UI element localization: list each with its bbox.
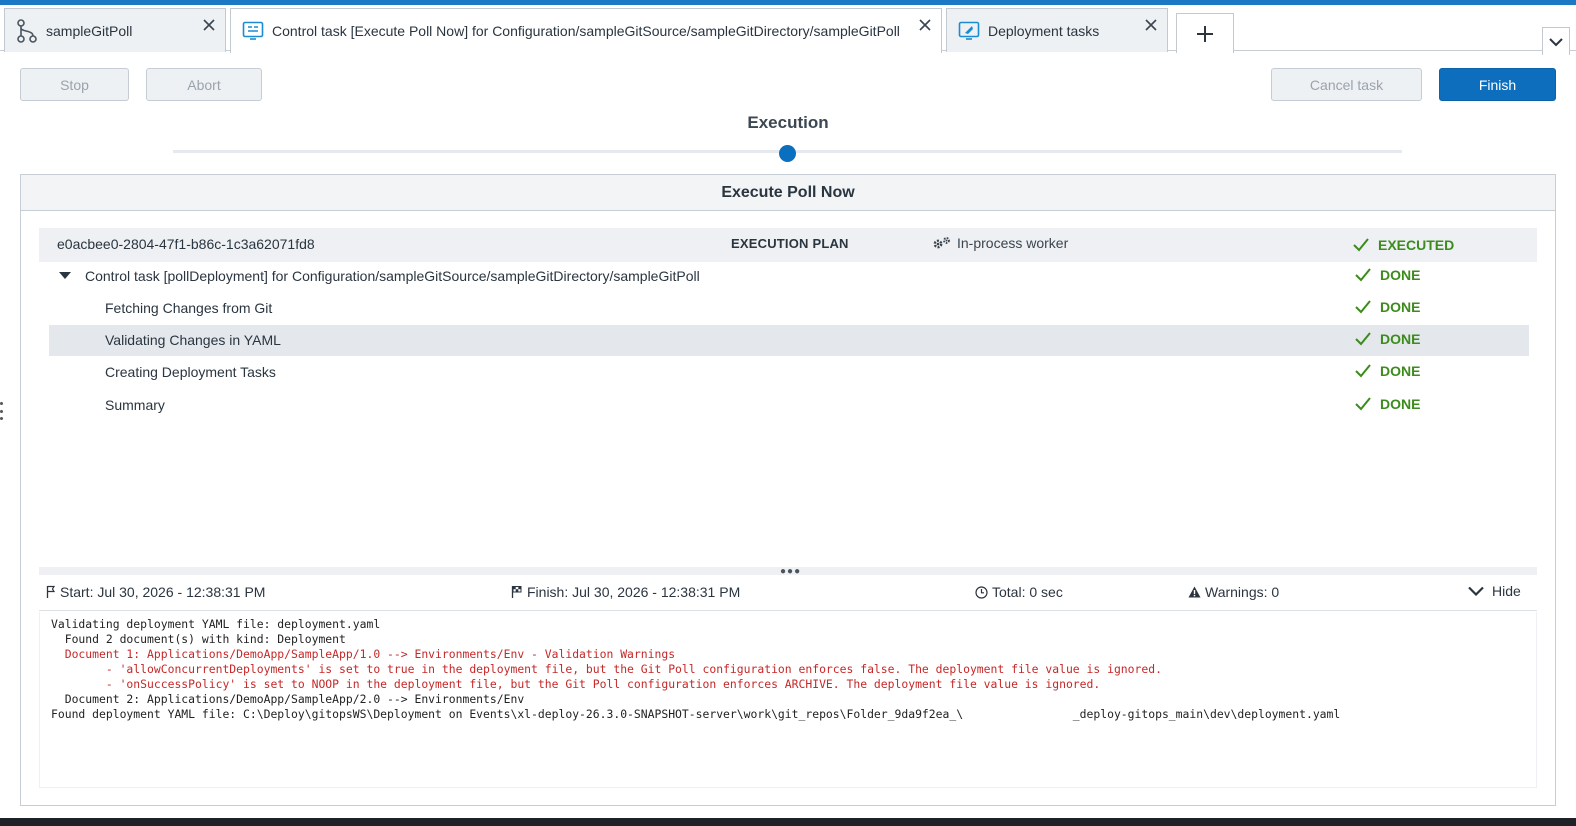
tab-bar: sampleGitPoll Control task [Execute Poll… <box>0 5 1576 55</box>
chevron-down-icon <box>1549 37 1563 46</box>
abort-button[interactable]: Abort <box>146 68 262 101</box>
step-info-bar: Start: Jul 30, 2026 - 12:38:31 PM Finish… <box>39 575 1537 611</box>
checkered-flag-icon <box>511 586 522 598</box>
step-row-validating[interactable]: Validating Changes in YAML DONE <box>49 325 1529 356</box>
status-label: DONE <box>1380 363 1421 379</box>
log-line-warning: - 'allowConcurrentDeployments' is set to… <box>51 662 1162 676</box>
log-line: Document 2: Applications/DemoApp/SampleA… <box>51 692 525 706</box>
step-title: Execution <box>747 113 829 132</box>
log-line-warning: Document 1: Applications/DemoApp/SampleA… <box>51 647 676 661</box>
plan-status-label: EXECUTED <box>1378 237 1455 253</box>
task-group-status: DONE <box>1355 267 1420 283</box>
step-status: DONE <box>1355 299 1420 315</box>
task-group-row[interactable]: Control task [pollDeployment] for Config… <box>49 261 1529 292</box>
execution-plan-label: EXECUTION PLAN <box>731 236 849 251</box>
warning-triangle-icon <box>1188 586 1201 598</box>
log-line: Validating deployment YAML file: deploym… <box>51 617 381 631</box>
deployment-rocket-icon <box>956 18 982 44</box>
side-resize-handle[interactable] <box>0 402 4 420</box>
log-line-warning: - 'onSuccessPolicy' is set to NOOP in th… <box>51 677 1101 691</box>
status-label: DONE <box>1380 396 1421 412</box>
caret-down-icon[interactable] <box>59 272 71 280</box>
step-label: Fetching Changes from Git <box>105 300 273 316</box>
window-bottom-edge <box>0 818 1576 826</box>
gears-icon <box>933 237 950 249</box>
check-icon <box>1355 268 1371 282</box>
check-icon <box>1355 332 1371 346</box>
tab-deployment-tasks[interactable]: Deployment tasks <box>946 8 1168 52</box>
step-status: DONE <box>1355 396 1420 412</box>
step-status: DONE <box>1355 331 1420 347</box>
warnings-label: Warnings: 0 <box>1205 584 1280 600</box>
close-icon[interactable] <box>1143 17 1159 33</box>
hide-label: Hide <box>1492 583 1521 599</box>
log-line: Found deployment YAML file: C:\Deploy\gi… <box>51 707 1341 721</box>
status-label: DONE <box>1380 331 1421 347</box>
task-id: e0acbee0-2804-47f1-b86c-1c3a62071fd8 <box>57 236 315 252</box>
finish-time: Finish: Jul 30, 2026 - 12:38:31 PM <box>511 584 740 600</box>
git-branch-icon <box>14 18 40 44</box>
total-time-label: Total: 0 sec <box>992 584 1063 600</box>
cancel-task-button[interactable]: Cancel task <box>1271 68 1422 101</box>
hide-log-toggle[interactable]: Hide <box>1468 583 1521 599</box>
step-label: Validating Changes in YAML <box>105 332 281 348</box>
plan-status: EXECUTED <box>1353 237 1454 253</box>
step-row-creating[interactable]: Creating Deployment Tasks DONE <box>49 357 1529 388</box>
worker-label: In-process worker <box>957 235 1069 251</box>
tab-sample-git-poll[interactable]: sampleGitPoll <box>4 8 226 52</box>
step-label: Summary <box>105 397 165 413</box>
check-icon <box>1355 397 1371 411</box>
tab-control-task[interactable]: Control task [Execute Poll Now] for Conf… <box>230 8 942 53</box>
tab-label: Control task [Execute Poll Now] for Conf… <box>272 23 900 39</box>
check-icon <box>1353 238 1369 252</box>
step-log[interactable]: Validating deployment YAML file: deploym… <box>39 612 1537 788</box>
step-row-summary[interactable]: Summary DONE <box>49 390 1529 421</box>
step-label: Creating Deployment Tasks <box>105 364 276 380</box>
tab-label: Deployment tasks <box>988 22 1100 39</box>
close-icon[interactable] <box>917 17 933 33</box>
tab-list-dropdown[interactable] <box>1542 27 1570 55</box>
control-task-icon <box>240 18 266 44</box>
worker-info: In-process worker <box>932 235 1068 251</box>
task-group-label: Control task [pollDeployment] for Config… <box>85 268 700 284</box>
total-time: Total: 0 sec <box>975 584 1063 600</box>
tab-label: sampleGitPoll <box>46 22 133 39</box>
stop-button[interactable]: Stop <box>20 68 129 101</box>
flag-icon <box>46 585 56 598</box>
step-indicator[interactable] <box>779 145 796 162</box>
log-line: Found 2 document(s) with kind: Deploymen… <box>51 632 346 646</box>
panel-title: Execute Poll Now <box>21 175 1555 211</box>
add-tab-button[interactable] <box>1176 13 1234 53</box>
start-time-label: Start: Jul 30, 2026 - 12:38:31 PM <box>60 584 266 600</box>
finish-time-label: Finish: Jul 30, 2026 - 12:38:31 PM <box>527 584 741 600</box>
execution-plan-header: e0acbee0-2804-47f1-b86c-1c3a62071fd8 EXE… <box>39 228 1537 262</box>
chevron-down-icon <box>1468 586 1484 596</box>
start-time: Start: Jul 30, 2026 - 12:38:31 PM <box>46 584 265 600</box>
warnings-count: Warnings: 0 <box>1188 584 1279 600</box>
check-icon <box>1355 300 1371 314</box>
step-status: DONE <box>1355 363 1420 379</box>
check-icon <box>1355 364 1371 378</box>
execution-panel: Execute Poll Now e0acbee0-2804-47f1-b86c… <box>20 174 1556 806</box>
clock-icon <box>975 585 988 599</box>
status-label: DONE <box>1380 267 1421 283</box>
close-icon[interactable] <box>201 17 217 33</box>
plus-icon <box>1197 25 1213 42</box>
step-row-fetching[interactable]: Fetching Changes from Git DONE <box>49 293 1529 324</box>
status-label: DONE <box>1380 299 1421 315</box>
finish-button[interactable]: Finish <box>1439 68 1556 101</box>
